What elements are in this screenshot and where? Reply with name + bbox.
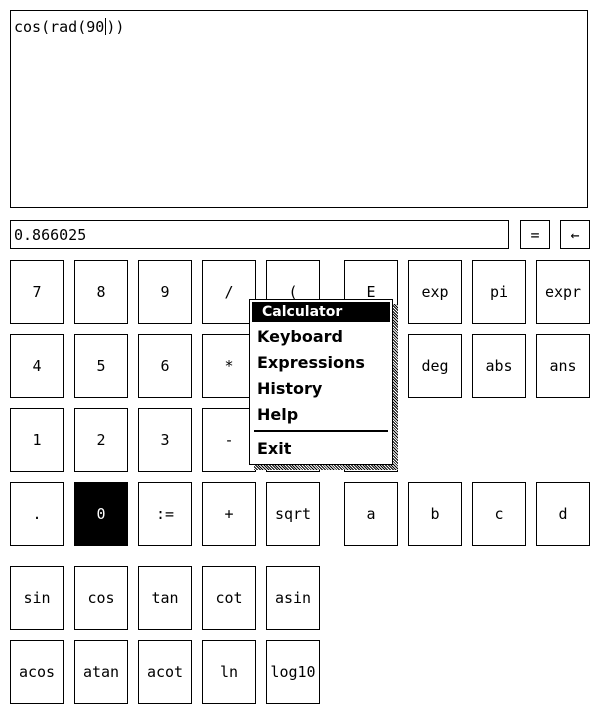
key-abs[interactable]: abs [472,334,526,398]
key-log10[interactable]: log10 [266,640,320,704]
key-8[interactable]: 8 [74,260,128,324]
key-deg[interactable]: deg [408,334,462,398]
key-1[interactable]: 1 [10,408,64,472]
key-decimal-point[interactable]: . [10,482,64,546]
equals-button[interactable]: = [520,220,550,249]
expression-after-caret: )) [106,18,125,36]
key-divide[interactable]: / [202,260,256,324]
key-exp[interactable]: exp [408,260,462,324]
key-d[interactable]: d [536,482,590,546]
menu-separator [254,430,388,432]
key-acot[interactable]: acot [138,640,192,704]
expression-editor[interactable]: cos(rad(90)) [10,10,588,208]
key-atan[interactable]: atan [74,640,128,704]
key-c[interactable]: c [472,482,526,546]
key-a[interactable]: a [344,482,398,546]
menu-item-exit[interactable]: Exit [257,439,291,459]
menu-title: Calculator [252,302,390,322]
menu-item-history[interactable]: History [257,379,322,399]
key-9[interactable]: 9 [138,260,192,324]
key-5[interactable]: 5 [74,334,128,398]
result-field[interactable]: 0.866025 [10,220,509,249]
key-6[interactable]: 6 [138,334,192,398]
key-3[interactable]: 3 [138,408,192,472]
key-expr[interactable]: expr [536,260,590,324]
key-7[interactable]: 7 [10,260,64,324]
key-acos[interactable]: acos [10,640,64,704]
key-cot[interactable]: cot [202,566,256,630]
key-multiply[interactable]: * [202,334,256,398]
menu-item-help[interactable]: Help [257,405,298,425]
key-plus[interactable]: + [202,482,256,546]
key-sqrt[interactable]: sqrt [266,482,320,546]
key-minus[interactable]: - [202,408,256,472]
menu-item-expressions[interactable]: Expressions [257,353,365,373]
key-cos[interactable]: cos [74,566,128,630]
key-b[interactable]: b [408,482,462,546]
calculator-menu: Calculator Keyboard Expressions History … [249,299,393,465]
key-4[interactable]: 4 [10,334,64,398]
key-ln[interactable]: ln [202,640,256,704]
expression-text: cos(rad(90)) [14,18,124,36]
key-0[interactable]: 0 [74,482,128,546]
expression-before-caret: cos(rad(90 [14,18,105,36]
key-asin[interactable]: asin [266,566,320,630]
key-2[interactable]: 2 [74,408,128,472]
left-arrow-icon: ← [570,225,580,244]
key-assign[interactable]: := [138,482,192,546]
key-tan[interactable]: tan [138,566,192,630]
menu-item-keyboard[interactable]: Keyboard [257,327,343,347]
key-ans[interactable]: ans [536,334,590,398]
key-pi[interactable]: pi [472,260,526,324]
backspace-button[interactable]: ← [560,220,590,249]
key-sin[interactable]: sin [10,566,64,630]
